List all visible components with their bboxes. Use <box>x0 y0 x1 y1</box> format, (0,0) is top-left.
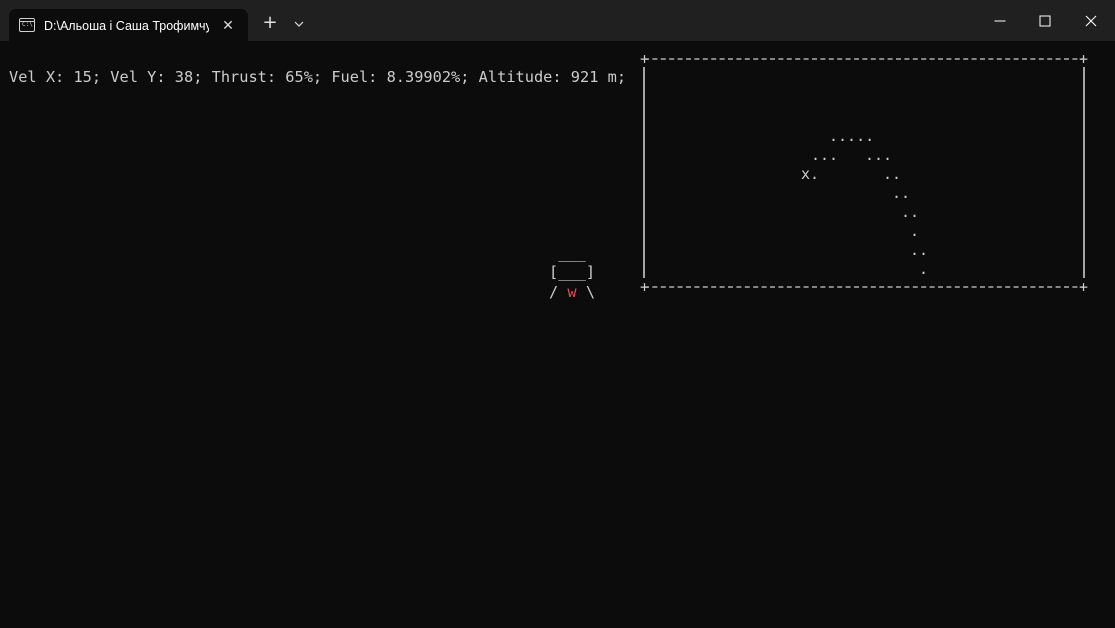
trail-dots: .. <box>883 165 902 183</box>
lander-sprite: ___ [___] / w \ <box>549 244 595 302</box>
lander-leg-left: / <box>549 282 568 301</box>
lander-top: ___ <box>549 244 586 262</box>
plot-corner-br: + <box>1079 278 1089 296</box>
minimize-icon <box>994 20 1006 22</box>
trail-dots: ... <box>811 146 839 164</box>
trail-dots: . <box>919 260 929 278</box>
terminal-area[interactable]: Vel X: 15; Vel Y: 38; Thrust: 65%; Fuel:… <box>0 41 1115 628</box>
plot-border <box>643 58 1085 288</box>
trail-dots: .. <box>901 203 920 221</box>
terminal-tab[interactable]: C:\ D:\Альоша і Саша Трофимчук ✕ <box>9 9 248 41</box>
maximize-button[interactable] <box>1022 0 1068 41</box>
trail-dots: . <box>910 222 920 240</box>
plot-corner-tl: + <box>640 50 650 68</box>
new-tab-button[interactable]: + <box>258 11 282 35</box>
plot-corner-bl: + <box>640 278 650 296</box>
trail-dots: .. <box>892 184 911 202</box>
lander-body: [___] <box>549 263 596 282</box>
title-bar: C:\ D:\Альоша і Саша Трофимчук ✕ + <box>0 0 1115 41</box>
close-button[interactable] <box>1068 0 1114 41</box>
trajectory-plot: + + + + ..... ... ... x. .. .. .. . .. . <box>640 50 1089 295</box>
trail-dots: ... <box>865 146 893 164</box>
trail-dots: ..... <box>829 127 875 145</box>
chevron-down-icon[interactable] <box>288 13 310 35</box>
close-tab-icon[interactable]: ✕ <box>217 15 239 37</box>
lander-thruster: w <box>567 282 577 301</box>
status-line: Vel X: 15; Vel Y: 38; Thrust: 65%; Fuel:… <box>9 68 627 86</box>
start-marker: x. <box>801 165 820 183</box>
tab-title: D:\Альоша і Саша Трофимчук <box>44 19 209 33</box>
plot-corner-tr: + <box>1079 50 1089 68</box>
maximize-icon <box>1039 15 1051 27</box>
lander-leg-right: \ <box>576 282 596 301</box>
terminal-icon: C:\ <box>19 18 35 32</box>
trail-dots: .. <box>910 241 929 259</box>
close-icon <box>1085 15 1097 27</box>
minimize-button[interactable] <box>977 0 1023 41</box>
